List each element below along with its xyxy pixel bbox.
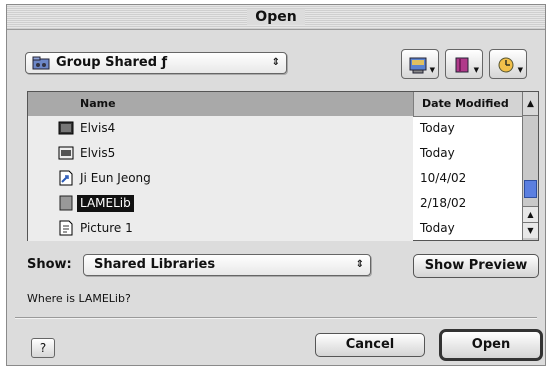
help-button[interactable]: ? (31, 338, 55, 358)
recent-menu-button[interactable]: ▼ (489, 49, 527, 79)
file-row-picture-1[interactable]: Picture 1 Today (28, 216, 522, 241)
file-rows: Elvis4 Today Elvis5 Today Ji Eun Jeong 1… (28, 116, 522, 241)
date-column-header[interactable]: Date Modified (413, 92, 523, 116)
location-label: Group Shared ƒ (56, 55, 168, 70)
file-date: 2/18/02 (420, 196, 467, 210)
menu-triangle-icon: ▼ (429, 66, 435, 74)
image-file-icon (58, 146, 74, 160)
sort-order-button[interactable]: ▲ (522, 92, 538, 116)
scroll-up-arrow-icon[interactable]: ▲ (523, 206, 538, 222)
window-title: Open (247, 9, 305, 25)
list-scrollbar[interactable]: ▲ ▼ (522, 116, 538, 240)
shared-folder-icon (32, 56, 50, 70)
show-popup[interactable]: Shared Libraries ⇕ (83, 254, 371, 276)
desktop-menu-icon (409, 57, 427, 74)
file-row-ji-eun-jeong[interactable]: Ji Eun Jeong 10/4/02 (28, 166, 522, 191)
help-icon: ? (39, 341, 47, 355)
file-row-lamelib[interactable]: LAMELib 2/18/02 (28, 191, 522, 216)
name-column-header[interactable]: Name (28, 92, 413, 116)
show-preview-button[interactable]: Show Preview (413, 254, 539, 278)
scroll-thumb[interactable] (524, 180, 537, 198)
open-button[interactable]: Open (439, 329, 543, 361)
divider (15, 317, 537, 319)
open-dialog: Open Group Shared ƒ ⇕ ▼ ▼ ▼ Name Date Mo… (6, 4, 546, 366)
document-file-icon (59, 220, 73, 236)
file-name: LAMELib (77, 195, 134, 212)
file-name: Picture 1 (80, 221, 133, 235)
image-file-icon (58, 121, 74, 135)
library-file-icon (59, 195, 73, 211)
show-label: Show: (27, 257, 72, 272)
show-value: Shared Libraries (94, 257, 216, 272)
favorites-menu-icon (455, 57, 469, 73)
menu-triangle-icon: ▼ (473, 66, 479, 74)
file-date: 10/4/02 (420, 171, 467, 185)
file-date: Today (420, 121, 455, 135)
menu-triangle-icon: ▼ (517, 66, 523, 74)
alias-file-icon (59, 170, 73, 186)
prompt-text: Where is LAMELib? (27, 292, 131, 305)
title-bar[interactable]: Open (7, 5, 545, 30)
file-row-elvis4[interactable]: Elvis4 Today (28, 116, 522, 141)
desktop-menu-button[interactable]: ▼ (401, 49, 439, 79)
file-row-elvis5[interactable]: Elvis5 Today (28, 141, 522, 166)
file-name: Elvis4 (80, 121, 116, 135)
location-popup[interactable]: Group Shared ƒ ⇕ (25, 52, 287, 74)
file-date: Today (420, 221, 455, 235)
scroll-down-arrow-icon[interactable]: ▼ (523, 222, 538, 238)
file-name: Elvis5 (80, 146, 116, 160)
file-date: Today (420, 146, 455, 160)
popup-arrows-icon: ⇕ (355, 259, 364, 270)
cancel-button[interactable]: Cancel (315, 333, 425, 357)
popup-arrows-icon: ⇕ (271, 57, 280, 68)
file-list[interactable]: Name Date Modified ▲ Elvis4 Today Elvis5… (27, 91, 539, 241)
favorites-menu-button[interactable]: ▼ (445, 49, 483, 79)
recent-menu-icon (498, 57, 514, 73)
file-name: Ji Eun Jeong (80, 171, 151, 185)
list-header: Name Date Modified (28, 92, 523, 117)
